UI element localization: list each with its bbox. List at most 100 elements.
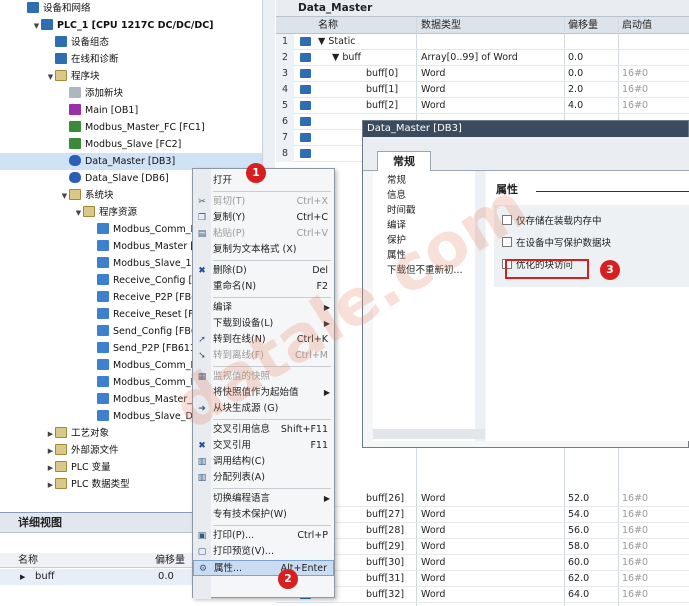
tree-item[interactable]: Main [OB1] xyxy=(0,102,262,119)
menu-item-shortcut: F11 xyxy=(310,440,328,451)
tree-item-label: Main [OB1] xyxy=(85,105,139,116)
tree-item-label: Data_Slave [DB6] xyxy=(85,173,169,184)
expand-icon[interactable]: ▶ xyxy=(46,426,55,443)
tree-item-label: Modbus_Master [ xyxy=(113,241,194,252)
tree-item-label: PLC 变量 xyxy=(71,462,111,473)
dialog-nav-item[interactable]: 时间戳 xyxy=(373,203,484,218)
dialog-nav-item[interactable]: 编译 xyxy=(373,218,484,233)
menu-item[interactable]: 复制为文本格式 (X) xyxy=(193,242,334,258)
collapse-icon[interactable]: ▼ xyxy=(74,205,83,222)
table-row[interactable]: 5 buff[2] Word 4.0 16#0 xyxy=(276,98,689,114)
collapse-icon[interactable]: ▼ xyxy=(60,188,69,205)
tree-item[interactable]: Modbus_Slave [FC2] xyxy=(0,136,262,153)
menu-item-label: 交叉引用信息 xyxy=(213,424,271,435)
table-row[interactable]: buff[30] Word 60.0 16#0 xyxy=(276,555,689,571)
collapse-icon[interactable]: ▼ xyxy=(46,69,55,86)
menu-item[interactable]: 切换编程语言 ▶ xyxy=(193,491,334,507)
table-row[interactable]: 2 ▼ buff Array[0..99] of Word 0.0 xyxy=(276,50,689,66)
menu-item[interactable]: ✖ 删除(D) Del xyxy=(193,263,334,279)
expand-icon[interactable]: ▶ xyxy=(46,443,55,460)
cell-offset: 58.0 xyxy=(568,541,590,552)
menu-item[interactable]: 将快照值作为起始值 ▶ xyxy=(193,385,334,401)
dialog-nav-item[interactable]: 信息 xyxy=(373,188,484,203)
folder-icon xyxy=(55,70,67,81)
menu-item[interactable]: ▤ 粘贴(P) Ctrl+V xyxy=(193,226,334,242)
menu-item[interactable]: 编译 ▶ xyxy=(193,300,334,316)
tree-item[interactable]: Modbus_Master_FC [FC1] xyxy=(0,119,262,136)
menu-item[interactable]: ▥ 分配列表(A) xyxy=(193,470,334,486)
expand-icon[interactable]: ▶ xyxy=(46,460,55,477)
cell-type: Word xyxy=(421,493,446,504)
tree-item[interactable]: 设备组态 xyxy=(0,34,262,51)
tree-item[interactable]: 设备和网络 xyxy=(0,0,262,17)
option-load-memory[interactable]: 仅存储在装载内存中 xyxy=(502,215,602,229)
table-row[interactable]: buff[31] Word 62.0 16#0 xyxy=(276,571,689,587)
dialog-nav-item[interactable]: 保护 xyxy=(373,233,484,248)
cell-start: 16#0 xyxy=(622,557,649,568)
dialog-nav: 常规 信息 时间戳 编译 保护 属性 下载但不重新初... xyxy=(373,171,485,441)
menu-item[interactable]: 重命名(N) F2 xyxy=(193,279,334,295)
menu-item[interactable]: ✖ 交叉引用 F11 xyxy=(193,438,334,454)
expand-icon[interactable]: ▶ xyxy=(20,569,25,585)
menu-item[interactable]: ➜ 从块生成源 (G) xyxy=(193,401,334,417)
library-block-icon xyxy=(97,308,109,319)
tree-item-label: Modbus_Comm_L xyxy=(113,377,196,388)
menu-item-label: 转到离线(F) xyxy=(213,350,264,361)
menu-item[interactable]: ➚ 转到在线(N) Ctrl+K xyxy=(193,332,334,348)
library-block-icon xyxy=(97,410,109,421)
table-row[interactable]: buff[29] Word 58.0 16#0 xyxy=(276,539,689,555)
checkbox[interactable] xyxy=(502,215,512,225)
static-member-icon xyxy=(300,69,311,78)
menu-item[interactable]: ⚙ 属性... Alt+Enter xyxy=(193,560,334,576)
cell-name: buff[32] xyxy=(366,589,405,600)
checkbox[interactable] xyxy=(502,237,512,247)
step-badge-2: 2 xyxy=(278,569,298,589)
cell-start: 16#0 xyxy=(622,589,649,600)
cell-start: 16#0 xyxy=(622,509,649,520)
table-row[interactable]: 3 buff[0] Word 0.0 16#0 xyxy=(276,66,689,82)
menu-item[interactable]: ▣ 打印(P)... Ctrl+P xyxy=(193,528,334,544)
dialog-nav-item[interactable]: 下载但不重新初... xyxy=(373,263,484,278)
tree-item[interactable]: ▼ 程序块 xyxy=(0,68,262,85)
table-row[interactable]: buff[32] Word 64.0 16#0 xyxy=(276,587,689,603)
tab-general[interactable]: 常规 xyxy=(377,151,431,171)
menu-item[interactable]: ▢ 打印预览(V)... xyxy=(193,544,334,560)
table-row[interactable]: 1 ▼ Static xyxy=(276,34,689,50)
table-row[interactable]: buff[27] Word 54.0 16#0 xyxy=(276,507,689,523)
nav-hscrollbar[interactable] xyxy=(373,429,485,439)
menu-item[interactable]: 下载到设备(L) ▶ xyxy=(193,316,334,332)
table-row[interactable]: buff[26] Word 52.0 16#0 xyxy=(276,491,689,507)
db-icon xyxy=(69,172,81,183)
table-row[interactable]: 4 buff[1] Word 2.0 16#0 xyxy=(276,82,689,98)
menu-item[interactable]: 交叉引用信息 Shift+F11 xyxy=(193,422,334,438)
tree-item-label: Modbus_Master_FC [FC1] xyxy=(85,122,205,133)
submenu-arrow-icon: ▶ xyxy=(323,319,330,328)
dialog-nav-item[interactable]: 常规 xyxy=(373,173,484,188)
menu-item-label: 重命名(N) xyxy=(213,281,257,292)
fc-icon xyxy=(69,138,81,149)
menu-item-shortcut: F2 xyxy=(316,281,328,292)
menu-item[interactable]: ▦ 监视值的快照 xyxy=(193,369,334,385)
folder-icon xyxy=(55,478,67,489)
menu-item-label: 粘贴(P) xyxy=(213,228,246,239)
expand-icon[interactable]: ▶ xyxy=(46,477,55,494)
menu-item[interactable]: ✂ 剪切(T) Ctrl+X xyxy=(193,194,334,210)
library-block-icon xyxy=(97,240,109,251)
detail-row-offset: 0.0 xyxy=(158,571,174,582)
menu-item[interactable]: ❐ 复制(Y) Ctrl+C xyxy=(193,210,334,226)
nav-scrollbar[interactable] xyxy=(475,171,485,441)
static-member-icon xyxy=(300,53,311,62)
tree-item[interactable]: 添加新块 xyxy=(0,85,262,102)
tree-item-label: 设备组态 xyxy=(71,37,110,48)
menu-item[interactable]: ▥ 调用结构(C) xyxy=(193,454,334,470)
option-write-protect[interactable]: 在设备中写保护数据块 xyxy=(502,237,611,251)
tree-item[interactable]: 在线和诊断 xyxy=(0,51,262,68)
cell-name: buff[26] xyxy=(366,493,405,504)
menu-item-label: 打印(P)... xyxy=(213,530,255,541)
tree-item[interactable]: ▼ PLC_1 [CPU 1217C DC/DC/DC] xyxy=(0,17,262,34)
table-row[interactable]: buff[28] Word 56.0 16#0 xyxy=(276,523,689,539)
collapse-icon[interactable]: ▼ xyxy=(32,18,41,35)
menu-item[interactable]: 专有技术保护(W) xyxy=(193,507,334,523)
dialog-nav-item[interactable]: 属性 xyxy=(373,248,484,263)
menu-item[interactable]: ➘ 转到离线(F) Ctrl+M xyxy=(193,348,334,364)
